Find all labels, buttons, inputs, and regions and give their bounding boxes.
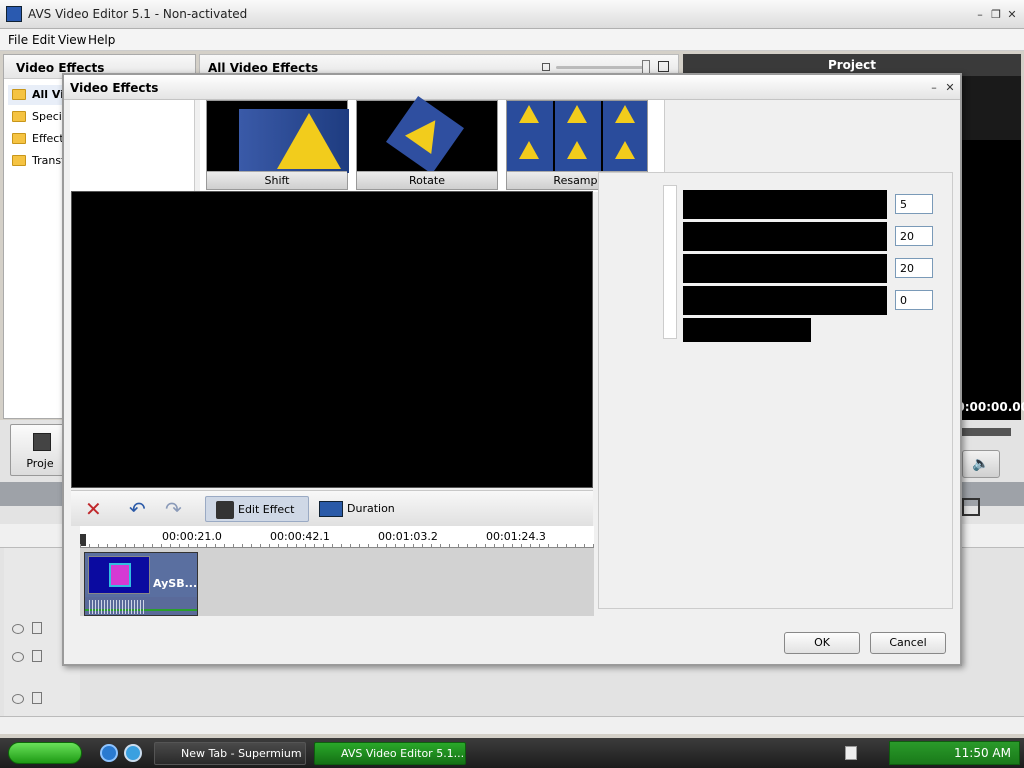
star-icon [239,109,349,173]
effect-preview-area [71,191,593,488]
close-icon[interactable]: ✕ [1004,8,1020,22]
tick-label: 00:01:24.3 [486,530,546,543]
tick-label: 00:00:42.1 [270,530,330,543]
project-button[interactable]: Proje [10,424,70,476]
effect-rotate[interactable]: Rotate [356,96,498,190]
dialog-minimize-icon[interactable]: – [926,81,942,95]
zoom-max-icon[interactable] [658,61,669,72]
duration-button[interactable]: Duration [315,496,395,522]
tick-label: 00:00:21.0 [162,530,222,543]
dialog-category-list [70,100,195,192]
cancel-button[interactable]: Cancel [870,632,946,654]
clip-name: AySB... [153,577,198,590]
property-row-3 [683,254,887,283]
system-tray: 11:50 AM [889,741,1020,765]
property-row-2 [683,222,887,251]
wand-icon [216,501,234,519]
delete-icon[interactable]: ✕ [85,498,105,520]
eye-icon[interactable] [12,652,24,662]
undo-icon[interactable]: ↶ [129,498,153,520]
taskbar: New Tab - Supermium AVS Video Editor 5.1… [0,738,1024,768]
timeline-track: AySB... [80,548,594,616]
task-supermium[interactable]: New Tab - Supermium [154,742,306,765]
effect-label: Shift [207,171,347,189]
browser-icon[interactable] [124,744,142,762]
speaker-icon[interactable]: 🔈 [962,450,1000,478]
video-effects-dialog: Video Effects – ✕ Shift Rotate Resampl ✕… [62,73,962,666]
property-row-4 [683,286,887,315]
effect-shift[interactable]: Shift [206,100,349,190]
dialog-close-icon[interactable]: ✕ [942,81,958,95]
task-label: New Tab - Supermium [181,747,302,760]
project-button-label: Proje [26,457,54,470]
lock-icon[interactable] [32,650,42,662]
clapper-icon [33,433,51,451]
tree-item-label: Effect [32,132,64,145]
ie-icon[interactable] [100,744,118,762]
zoom-min-icon[interactable] [542,63,550,71]
clip-thumbnail [88,556,150,594]
properties-scrollbar[interactable] [663,185,677,339]
tree-item-effect[interactable]: Effect [8,129,64,149]
effect-properties-panel: 5 20 20 0 [598,172,953,609]
tick-label: 00:01:03.2 [378,530,438,543]
menu-bar: File Edit View Help [0,29,1024,51]
star-icon [386,96,464,174]
help-icon[interactable] [845,746,857,760]
property-row-1 [683,190,887,219]
task-label: AVS Video Editor 5.1... [341,747,465,760]
zoom-slider-thumb[interactable] [642,60,650,74]
property-value-1[interactable]: 5 [895,194,933,214]
menu-view[interactable]: View [58,33,86,47]
folder-icon [12,133,26,144]
duration-label: Duration [347,502,395,515]
lock-icon[interactable] [32,692,42,704]
ok-button[interactable]: OK [784,632,860,654]
redo-icon[interactable]: ↷ [165,498,189,520]
minimize-icon[interactable]: – [972,8,988,22]
star-grid-icon [507,101,647,173]
property-row-5 [683,318,811,342]
lock-icon[interactable] [32,622,42,634]
menu-help[interactable]: Help [88,33,115,47]
menu-file[interactable]: File [8,33,28,47]
video-clip[interactable]: AySB... [84,552,198,616]
eye-icon[interactable] [12,624,24,634]
folder-icon [12,89,26,100]
task-avs-editor[interactable]: AVS Video Editor 5.1... [314,742,466,765]
menu-edit[interactable]: Edit [32,33,55,47]
edit-effect-button[interactable]: Edit Effect [205,496,309,522]
eye-icon[interactable] [12,694,24,704]
filmstrip-icon [319,501,343,517]
property-value-3[interactable]: 20 [895,258,933,278]
audio-waveform [85,597,197,615]
start-button[interactable] [8,742,82,764]
folder-icon [12,155,26,166]
dialog-toolbar: ✕ ↶ ↷ Edit Effect Duration [71,490,593,526]
folder-icon [12,111,26,122]
horizontal-scrollbar[interactable] [0,716,1024,734]
maximize-icon[interactable]: ❐ [988,8,1004,22]
dialog-title: Video Effects [70,81,159,95]
window-title: AVS Video Editor 5.1 - Non-activated [28,7,248,21]
dialog-title-bar: Video Effects – ✕ [64,75,960,100]
property-value-4[interactable]: 0 [895,290,933,310]
edit-effect-label: Edit Effect [238,503,295,516]
zoom-slider[interactable] [556,66,648,69]
app-logo-icon [6,6,22,22]
clock: 11:50 AM [954,746,1011,760]
cube-icon [109,563,131,587]
fullscreen-icon[interactable] [962,498,980,516]
main-title-bar: AVS Video Editor 5.1 - Non-activated – ❐… [0,0,1024,29]
effect-label: Rotate [357,171,497,189]
property-value-2[interactable]: 20 [895,226,933,246]
timeline-ruler[interactable]: 00:00:21.0 00:00:42.1 00:01:03.2 00:01:2… [80,526,594,548]
